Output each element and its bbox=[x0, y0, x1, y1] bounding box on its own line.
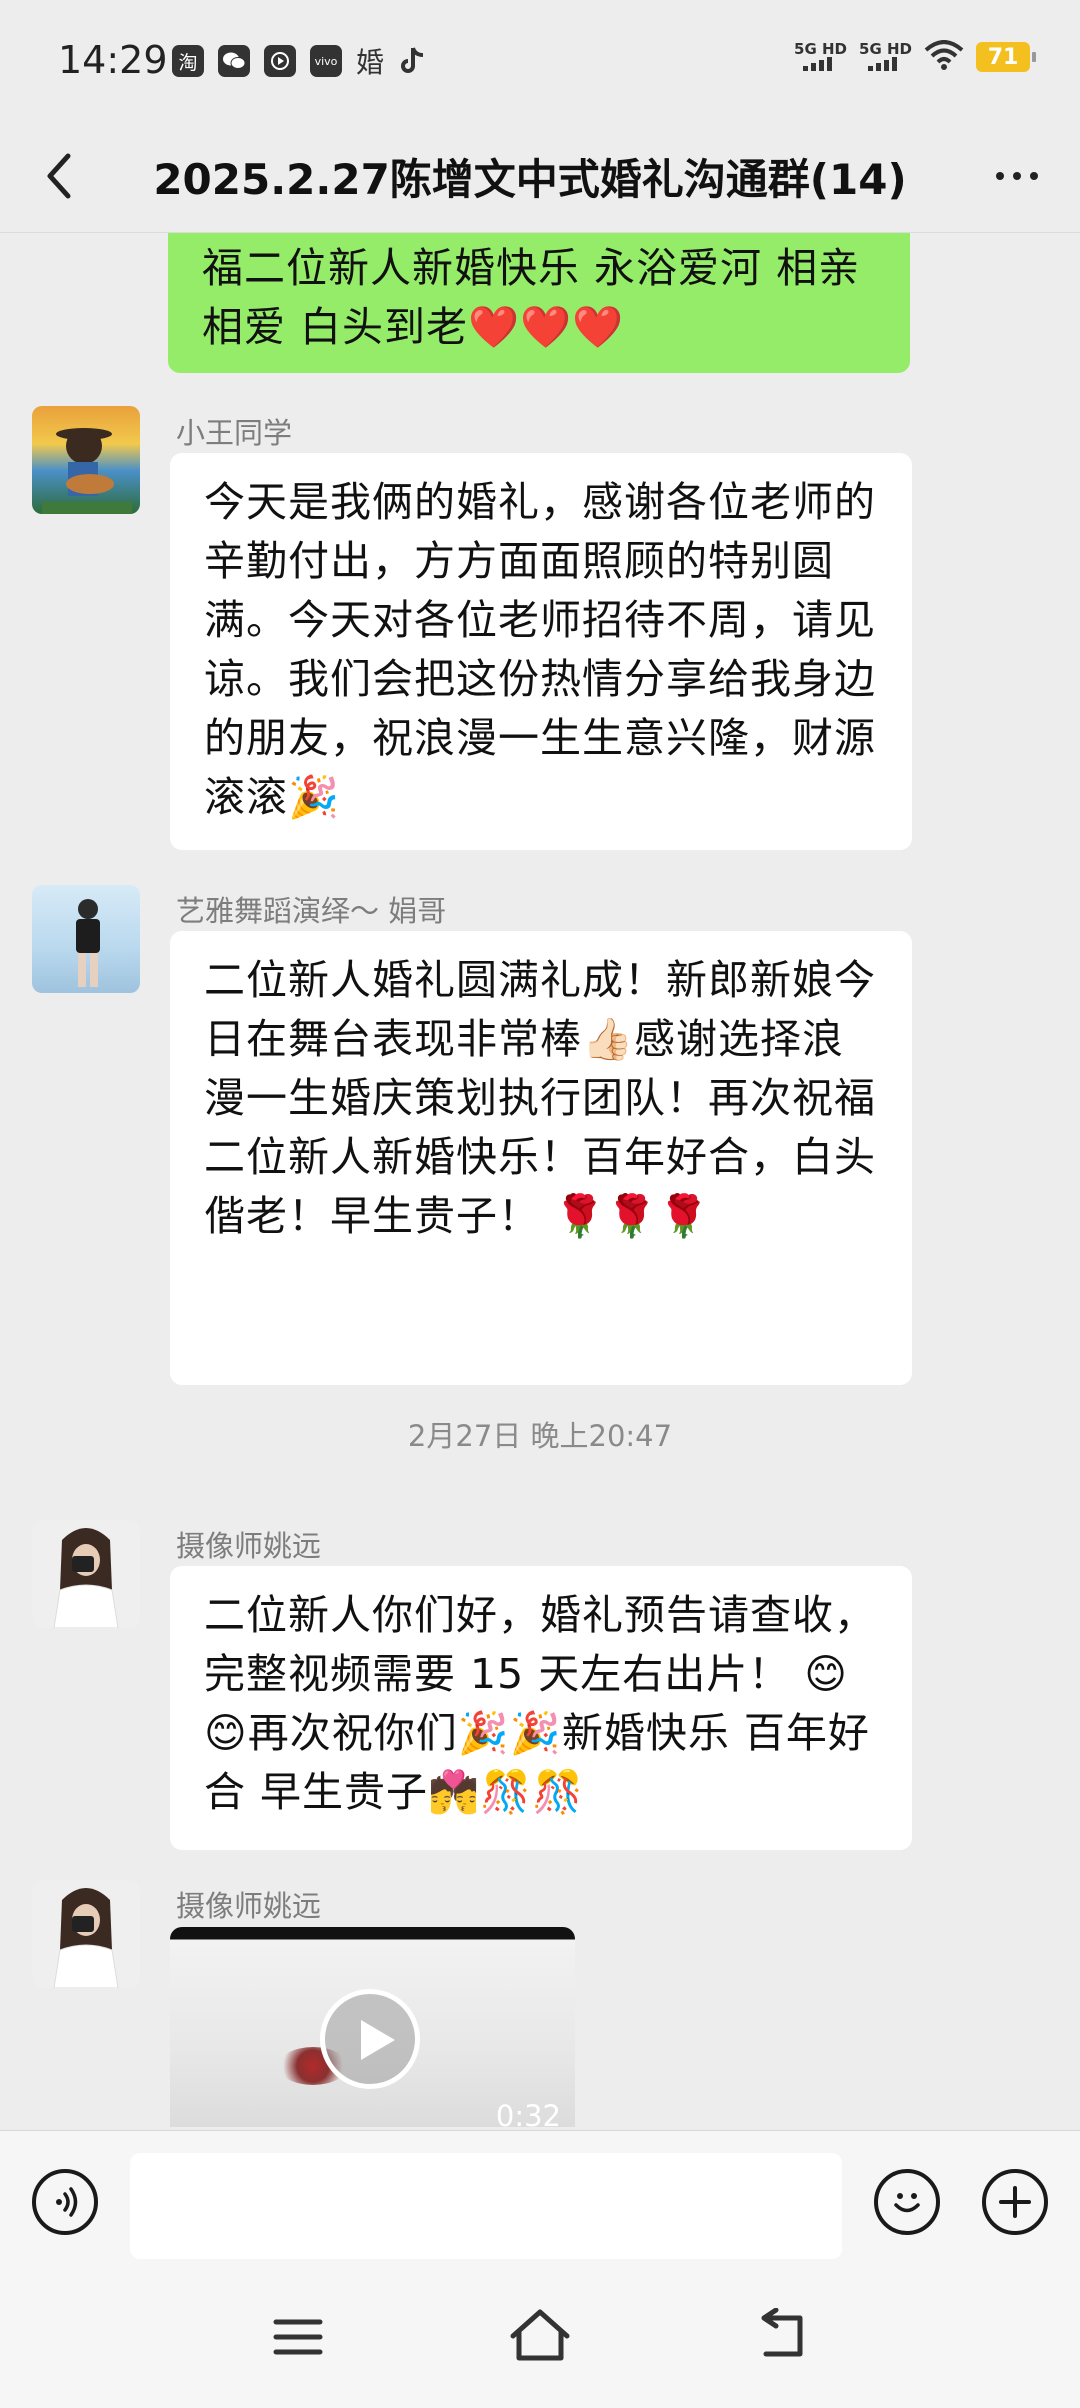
status-time: 14:29 bbox=[58, 38, 168, 82]
sender-name: 艺雅舞蹈演绎～ 娟哥 bbox=[176, 894, 447, 928]
signal-icon-2: 5G HD bbox=[859, 41, 912, 74]
chat-header: 2025.2.27陈增文中式婚礼沟通群(14) bbox=[0, 120, 1080, 233]
avatar[interactable] bbox=[32, 406, 140, 514]
video-message[interactable]: 0:32 bbox=[170, 1927, 575, 2127]
home-icon bbox=[510, 2309, 570, 2361]
more-dot-icon bbox=[1013, 172, 1021, 180]
more-dot-icon bbox=[996, 172, 1004, 180]
chat-message-list[interactable]: 福二位新人新婚快乐 永浴爱河 相亲相爱 白头到老❤️❤️❤️ 小王同学 今天是我… bbox=[0, 233, 1080, 2129]
system-navigation-bar bbox=[0, 2270, 1080, 2408]
video-duration: 0:32 bbox=[495, 2099, 561, 2127]
message-bubble[interactable]: 二位新人婚礼圆满礼成！新郎新娘今日在舞台表现非常棒👍🏻感谢选择浪漫一生婚庆策划执… bbox=[170, 931, 912, 1385]
play-icon[interactable] bbox=[320, 1989, 420, 2089]
status-bar: 14:29 淘 vivo 婚 5G HD 5G HD 71 bbox=[0, 0, 1080, 120]
message-text: 福二位新人新婚快乐 永浴爱河 相亲相爱 白头到老❤️❤️❤️ bbox=[202, 244, 861, 351]
more-options-button[interactable] bbox=[982, 150, 1052, 202]
sender-name: 摄像师姚远 bbox=[176, 1889, 322, 1923]
avatar-guitar-girl-image bbox=[42, 428, 132, 514]
wifi-icon bbox=[924, 40, 964, 74]
avatar-photographer-image bbox=[32, 1880, 140, 1988]
back-nav-button[interactable] bbox=[752, 2307, 812, 2366]
message-text: 今天是我俩的婚礼，感谢各位老师的辛勤付出，方方面面照顾的特别圆满。今天对各位老师… bbox=[204, 478, 876, 821]
signal-2-label: 5G HD bbox=[859, 39, 912, 58]
voice-input-button[interactable] bbox=[32, 2169, 98, 2235]
own-message-bubble[interactable]: 福二位新人新婚快乐 永浴爱河 相亲相爱 白头到老❤️❤️❤️ bbox=[168, 233, 910, 373]
taobao-icon: 淘 bbox=[172, 45, 204, 77]
tiktok-icon bbox=[398, 45, 426, 77]
wechat-icon bbox=[218, 45, 250, 77]
signal-icon: 5G HD bbox=[794, 41, 847, 74]
avatar-photographer-image bbox=[32, 1520, 140, 1628]
message-bubble[interactable]: 今天是我俩的婚礼，感谢各位老师的辛勤付出，方方面面照顾的特别圆满。今天对各位老师… bbox=[170, 453, 912, 850]
avatar[interactable] bbox=[32, 1880, 140, 1988]
message-text: 二位新人婚礼圆满礼成！新郎新娘今日在舞台表现非常棒👍🏻感谢选择浪漫一生婚庆策划执… bbox=[204, 956, 876, 1240]
home-nav-button[interactable] bbox=[507, 2306, 573, 2368]
signal-1-label: 5G HD bbox=[794, 39, 848, 58]
emoji-icon bbox=[894, 2193, 920, 2213]
video-icon bbox=[264, 45, 296, 77]
avatar-dancer-image bbox=[76, 899, 100, 987]
more-functions-button[interactable] bbox=[982, 2169, 1048, 2235]
back-button[interactable] bbox=[38, 144, 98, 208]
vivo-icon: vivo bbox=[310, 45, 342, 77]
message-input-bar bbox=[0, 2130, 1080, 2271]
message-text: 二位新人你们好，婚礼预告请查收， 完整视频需要 15 天左右出片！ 😊😊再次祝你… bbox=[204, 1591, 876, 1816]
message-timestamp: 2月27日 晚上20:47 bbox=[407, 1419, 673, 1453]
voice-icon bbox=[56, 2187, 78, 2217]
chevron-left-icon bbox=[47, 153, 71, 199]
menu-nav-button[interactable] bbox=[270, 2314, 326, 2364]
status-app-icons: 淘 vivo 婚 bbox=[172, 45, 426, 79]
avatar[interactable] bbox=[32, 885, 140, 993]
message-text-input[interactable] bbox=[130, 2153, 842, 2259]
plus-icon bbox=[999, 2186, 1031, 2218]
avatar[interactable] bbox=[32, 1520, 140, 1628]
more-dot-icon bbox=[1030, 172, 1038, 180]
emoji-button[interactable] bbox=[874, 2169, 940, 2235]
sender-name: 小王同学 bbox=[176, 416, 293, 450]
message-bubble[interactable]: 二位新人你们好，婚礼预告请查收， 完整视频需要 15 天左右出片！ 😊😊再次祝你… bbox=[170, 1566, 912, 1850]
menu-icon bbox=[273, 2319, 323, 2355]
chat-title: 2025.2.27陈增文中式婚礼沟通群(14) bbox=[153, 155, 907, 204]
back-arrow-icon bbox=[761, 2307, 803, 2357]
sender-name: 摄像师姚远 bbox=[176, 1529, 322, 1563]
battery-icon: 71 bbox=[976, 42, 1036, 72]
wedding-app-icon: 婚 bbox=[356, 46, 385, 79]
status-right-icons: 5G HD 5G HD 71 bbox=[794, 40, 1036, 74]
